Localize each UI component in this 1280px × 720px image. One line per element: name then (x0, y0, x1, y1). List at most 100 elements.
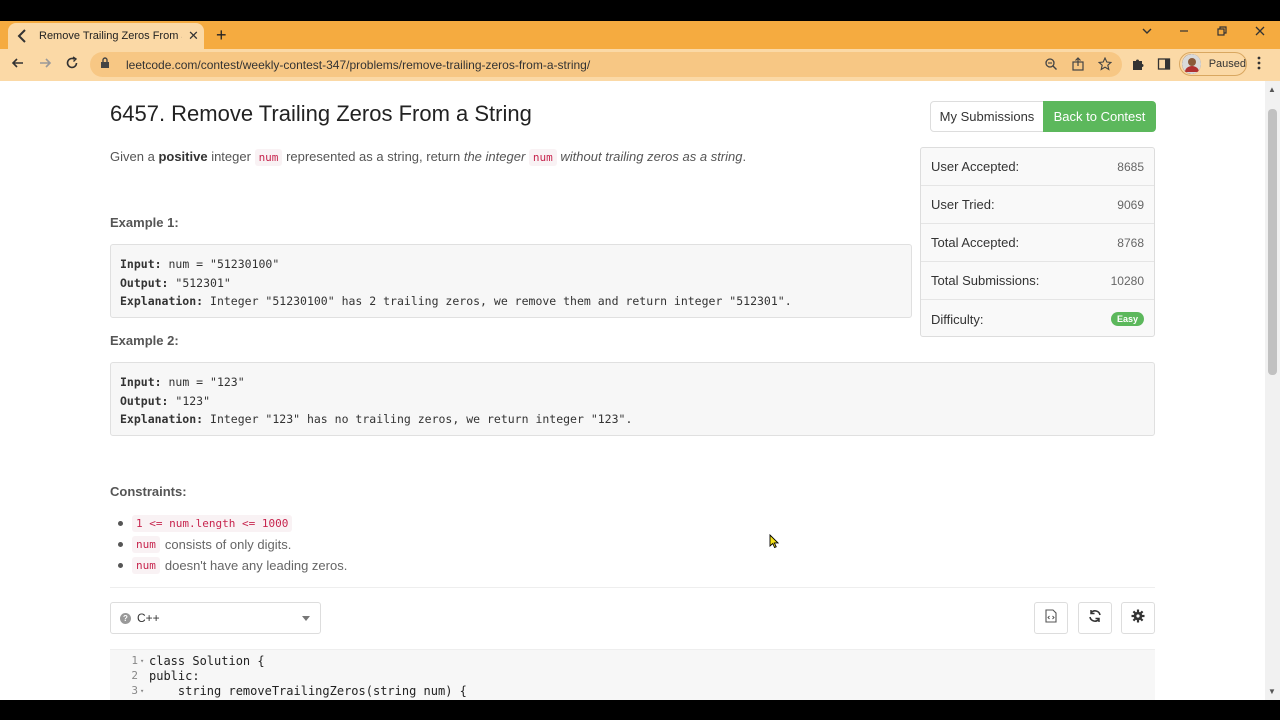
desc-italic: the integer (463, 149, 526, 164)
my-submissions-button[interactable]: My Submissions (930, 101, 1044, 132)
bookmark-star-icon[interactable] (1097, 56, 1113, 76)
desc-text: integer (211, 149, 251, 164)
code-line: 1 ▾ class Solution { (110, 653, 265, 668)
screen: Remove Trailing Zeros From a String - Le… (0, 0, 1280, 720)
output-value: "123" (175, 393, 211, 408)
address-bar[interactable]: leetcode.com/contest/weekly-contest-347/… (90, 52, 1122, 77)
input-value: num = "123" (168, 375, 245, 389)
chevron-down-icon (302, 616, 310, 621)
example-2-box: Input: num = "123" Output: "123" Explana… (110, 362, 1155, 436)
page-content: 6457. Remove Trailing Zeros From a Strin… (0, 81, 1280, 700)
stat-row: Total Submissions: 10280 (921, 262, 1154, 300)
output-value: "512301" (175, 275, 231, 290)
tab-search-chevron-icon[interactable] (1141, 25, 1153, 40)
list-item: num consists of only digits. (117, 534, 347, 555)
stat-label: Total Submissions: (931, 273, 1040, 288)
code-file-button[interactable] (1034, 602, 1068, 634)
leetcode-favicon-icon (16, 29, 30, 43)
explanation-key: Explanation: (120, 412, 204, 426)
scrollbar-thumb[interactable] (1268, 109, 1277, 375)
constraints-list: 1 <= num.length <= 1000 num consists of o… (117, 513, 348, 576)
contest-stats-panel: User Accepted: 8685 User Tried: 9069 Tot… (920, 147, 1155, 337)
help-icon[interactable]: ? (120, 612, 131, 624)
example-2-label: Example 2: (110, 333, 179, 348)
stat-value: 9069 (1117, 197, 1144, 212)
back-arrow-icon[interactable] (11, 56, 25, 74)
explanation-value: Integer "123" has no trailing zeros, we … (210, 412, 633, 426)
profile-button[interactable]: Paused (1179, 52, 1247, 76)
lock-icon (100, 56, 112, 74)
desc-text: Given a (110, 149, 155, 164)
reset-code-button[interactable] (1078, 602, 1112, 634)
browser-tab[interactable]: Remove Trailing Zeros From a String - Le… (8, 23, 204, 49)
inline-code: num (254, 149, 283, 166)
line-number: 3 (131, 684, 138, 697)
stat-label: Total Accepted: (931, 235, 1020, 250)
input-key: Input: (120, 257, 162, 271)
fold-toggle-icon[interactable]: ▾ (140, 687, 149, 695)
zoom-icon[interactable] (1044, 57, 1058, 76)
reload-icon[interactable] (65, 56, 79, 74)
language-select[interactable]: ? C++ (110, 602, 321, 634)
line-number: 2 (131, 669, 138, 682)
code-editor[interactable]: 1 ▾ class Solution { 2 public: 3 ▾ strin… (110, 649, 1155, 700)
code-text: string removeTrailingZeros(string num) { (149, 683, 467, 698)
output-key: Output: (120, 275, 169, 290)
code-file-icon (1045, 608, 1057, 628)
editor-settings-button[interactable] (1121, 602, 1155, 634)
gear-icon (1131, 609, 1145, 628)
url-text: leetcode.com/contest/weekly-contest-347/… (126, 57, 591, 72)
problem-description: Given a positive integer num represented… (110, 149, 747, 166)
page-scrollbar[interactable]: ▲ ▼ (1265, 81, 1280, 700)
divider (110, 587, 1155, 588)
constraint-text: consists of only digits. (164, 537, 292, 552)
forward-arrow-icon[interactable] (38, 56, 52, 74)
top-letterbox (0, 0, 1280, 21)
side-panel-icon[interactable] (1157, 57, 1171, 76)
browser-toolbar: leetcode.com/contest/weekly-contest-347/… (0, 49, 1280, 81)
desc-bold: positive (158, 149, 208, 164)
line-number: 1 (131, 654, 138, 667)
stat-row: Total Accepted: 8768 (921, 224, 1154, 262)
extensions-puzzle-icon[interactable] (1131, 57, 1145, 76)
stat-label: User Accepted: (931, 159, 1020, 174)
profile-status: Paused (1208, 58, 1246, 70)
minimize-icon[interactable] (1178, 25, 1190, 40)
stat-value: 8768 (1117, 235, 1144, 250)
explanation-value: Integer "51230100" has 2 trailing zeros,… (210, 294, 792, 308)
desc-period: . (742, 149, 747, 164)
share-icon[interactable] (1071, 57, 1085, 76)
inline-code: num (132, 557, 160, 574)
close-window-icon[interactable] (1254, 25, 1266, 40)
tab-title: Remove Trailing Zeros From a String - Le… (39, 30, 182, 42)
list-item: 1 <= num.length <= 1000 (117, 513, 347, 534)
refresh-icon (1088, 609, 1102, 628)
example-1-label: Example 1: (110, 215, 179, 230)
inline-code: 1 <= num.length <= 1000 (132, 515, 293, 532)
difficulty-badge: Easy (1110, 312, 1144, 326)
code-line: 2 public: (110, 668, 200, 683)
new-tab-icon[interactable]: + (216, 26, 227, 44)
scroll-up-icon[interactable]: ▲ (1268, 85, 1276, 94)
stat-value: 10280 (1110, 273, 1144, 288)
back-to-contest-button[interactable]: Back to Contest (1043, 101, 1156, 132)
more-menu-icon[interactable] (1257, 56, 1261, 73)
desc-italic: without trailing zeros as a string (560, 149, 743, 164)
fold-toggle-icon[interactable]: ▾ (140, 657, 149, 665)
stat-value: 8685 (1117, 159, 1144, 174)
input-value: num = "51230100" (168, 257, 280, 271)
code-text: public: (149, 668, 200, 683)
output-key: Output: (120, 393, 169, 408)
restore-icon[interactable] (1216, 25, 1228, 40)
language-value: C++ (137, 611, 160, 625)
stat-label: Difficulty: (931, 311, 984, 327)
stat-row: User Tried: 9069 (921, 186, 1154, 224)
scroll-down-icon[interactable]: ▼ (1268, 687, 1276, 696)
stat-label: User Tried: (931, 197, 995, 212)
code-text: class Solution { (149, 653, 265, 668)
mouse-cursor-icon (769, 533, 780, 554)
constraint-text: doesn't have any leading zeros. (164, 558, 348, 573)
page-title: 6457. Remove Trailing Zeros From a Strin… (110, 101, 532, 126)
inline-code: num (132, 536, 160, 553)
close-tab-icon[interactable]: ✕ (188, 28, 199, 44)
